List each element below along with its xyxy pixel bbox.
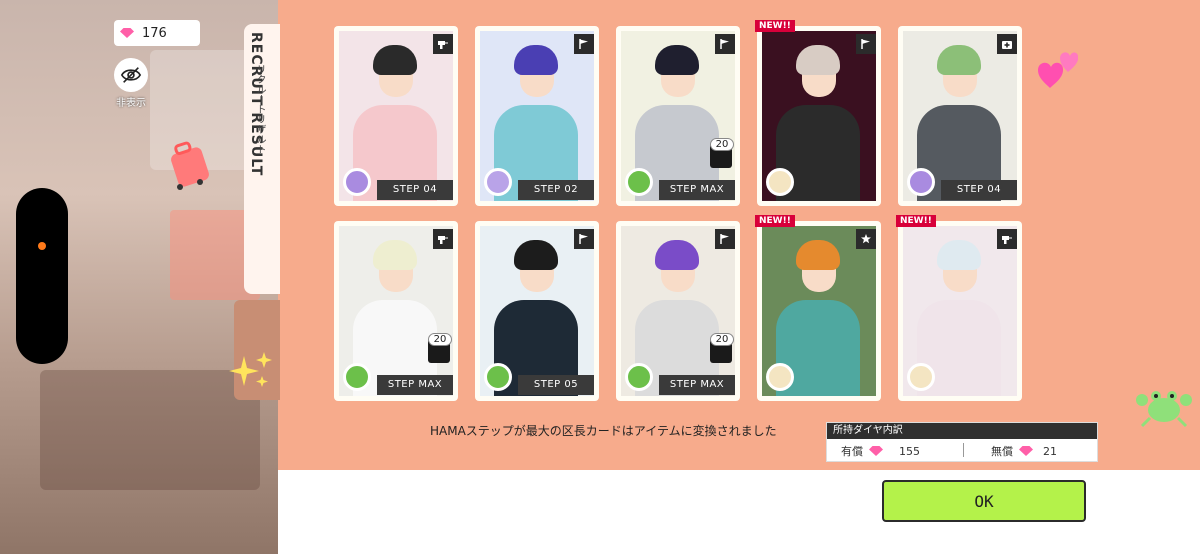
attribute-emblem-icon [766, 363, 794, 391]
breakdown-divider [963, 443, 964, 457]
sparkle-icon [229, 352, 272, 387]
drill-icon [438, 236, 448, 244]
step-badge: STEP MAX [659, 180, 735, 200]
attribute-emblem-icon [625, 363, 653, 391]
hide-ui-button[interactable] [114, 58, 148, 92]
flag-icon [861, 39, 870, 49]
step-badge: STEP 02 [518, 180, 594, 200]
card-type-badge [856, 34, 876, 54]
free-value: 21 [1043, 444, 1057, 458]
character-hair [796, 45, 840, 75]
drill-icon [1002, 236, 1012, 244]
attribute-emblem-icon [907, 363, 935, 391]
diamond-count: 176 [142, 25, 167, 41]
crab-sticker-icon [1136, 391, 1192, 428]
result-card[interactable]: NEW!! [755, 215, 881, 401]
step-badge: STEP 05 [518, 375, 594, 395]
medkit-icon [1002, 41, 1012, 49]
paid-value: 155 [899, 444, 920, 458]
eye-slash-icon [120, 67, 142, 83]
free-diamond-row: 無償 21 [991, 443, 1057, 459]
indicator-dot [38, 242, 46, 250]
character-hair [796, 240, 840, 270]
new-tag: NEW!! [755, 215, 795, 227]
hide-ui-label: 非表示 [116, 98, 146, 109]
tab-subtitle: リクルートリザルト [254, 64, 265, 154]
flag-icon [579, 234, 588, 244]
free-label: 無償 [991, 445, 1013, 458]
character-hair [514, 240, 558, 270]
character-hair [373, 240, 417, 270]
character-hair [514, 45, 558, 75]
step-badge: STEP MAX [659, 375, 735, 395]
suitcase-sticker-icon [171, 141, 209, 190]
step-badge: STEP MAX [377, 375, 453, 395]
result-card[interactable]: STEP MAX 20 [616, 26, 740, 206]
breakdown-title: 所持ダイヤ内訳 [827, 423, 1097, 439]
character-hair [373, 45, 417, 75]
background-desk [40, 370, 260, 490]
result-card[interactable]: STEP MAX 20 [616, 221, 740, 401]
result-card[interactable]: STEP 02 [475, 26, 599, 206]
diamond-breakdown: 所持ダイヤ内訳 有償 155 無償 21 [826, 422, 1098, 462]
character-hair [655, 240, 699, 270]
character-hair [937, 240, 981, 270]
result-card[interactable]: STEP 04 [334, 26, 458, 206]
card-type-badge [574, 34, 594, 54]
star-flag-icon [861, 234, 871, 244]
card-type-badge [433, 34, 453, 54]
flag-icon [720, 234, 729, 244]
step-badge: STEP 04 [941, 180, 1017, 200]
card-type-badge [997, 34, 1017, 54]
attribute-emblem-icon [766, 168, 794, 196]
result-card[interactable]: STEP MAX 20 [334, 221, 458, 401]
card-type-badge [433, 229, 453, 249]
new-tag: NEW!! [755, 20, 795, 32]
diamond-icon [1019, 446, 1033, 456]
character-hair [937, 45, 981, 75]
item-count: 20 [428, 333, 452, 346]
attribute-emblem-icon [907, 168, 935, 196]
result-card[interactable]: STEP 04 [898, 26, 1022, 206]
paid-diamond-row: 有償 155 [841, 443, 920, 459]
flag-icon [579, 39, 588, 49]
card-type-badge [715, 34, 735, 54]
flag-icon [720, 39, 729, 49]
card-type-badge [997, 229, 1017, 249]
card-type-badge [574, 229, 594, 249]
diamond-icon [120, 28, 134, 38]
paid-label: 有償 [841, 445, 863, 458]
attribute-emblem-icon [343, 168, 371, 196]
attribute-emblem-icon [343, 363, 371, 391]
result-card[interactable]: NEW!! [755, 20, 881, 206]
card-type-badge [715, 229, 735, 249]
character-hair [655, 45, 699, 75]
side-handle[interactable] [16, 188, 68, 364]
diamond-counter: 176 [114, 20, 200, 46]
item-count: 20 [710, 333, 734, 346]
step-badge: STEP 04 [377, 180, 453, 200]
result-card[interactable]: NEW!! [896, 215, 1022, 401]
item-count: 20 [710, 138, 734, 151]
attribute-emblem-icon [484, 363, 512, 391]
drill-icon [438, 41, 448, 49]
new-tag: NEW!! [896, 215, 936, 227]
hearts-sticker-icon [1038, 52, 1078, 88]
attribute-emblem-icon [484, 168, 512, 196]
conversion-notice: HAMAステップが最大の区長カードはアイテムに変換されました [430, 424, 777, 438]
ok-button[interactable]: OK [882, 480, 1086, 522]
result-card[interactable]: STEP 05 [475, 221, 599, 401]
diamond-icon [869, 446, 883, 456]
card-type-badge [856, 229, 876, 249]
attribute-emblem-icon [625, 168, 653, 196]
